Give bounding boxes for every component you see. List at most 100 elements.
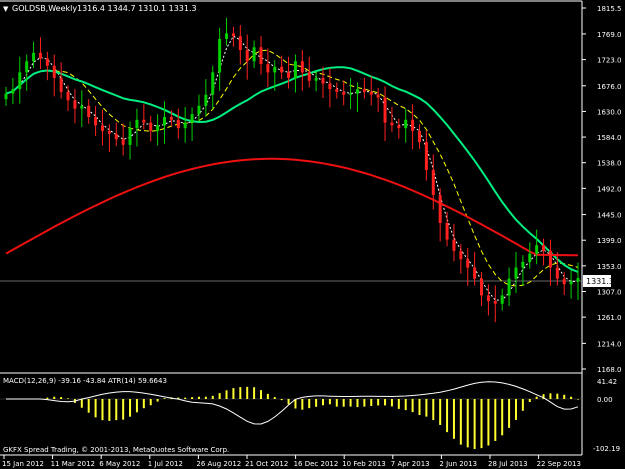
candle-body[interactable] xyxy=(100,125,104,131)
candle-body[interactable] xyxy=(293,61,297,78)
candle-body[interactable] xyxy=(404,119,408,129)
candle-body[interactable] xyxy=(176,119,180,129)
candle-body[interactable] xyxy=(80,105,84,109)
candle-body[interactable] xyxy=(431,169,435,196)
candle-body[interactable] xyxy=(369,91,373,95)
candle-body[interactable] xyxy=(4,93,8,100)
candle-body[interactable] xyxy=(300,61,304,73)
candle-body[interactable] xyxy=(514,267,518,279)
ma-green-line xyxy=(5,66,579,273)
candle-body[interactable] xyxy=(548,250,552,268)
candle-body[interactable] xyxy=(259,47,263,65)
price-tick-label: 1492.0 xyxy=(597,185,622,193)
candle-body[interactable] xyxy=(87,105,91,117)
candle-body[interactable] xyxy=(52,65,56,78)
candle-body[interactable] xyxy=(335,89,339,92)
candle-body[interactable] xyxy=(11,89,15,94)
candle-body[interactable] xyxy=(528,253,532,262)
candle-body[interactable] xyxy=(121,139,125,145)
candle-body[interactable] xyxy=(576,278,580,282)
candle-body[interactable] xyxy=(424,142,428,170)
candle-body[interactable] xyxy=(107,130,111,134)
candle-body[interactable] xyxy=(321,77,325,84)
candle-body[interactable] xyxy=(18,72,22,90)
price-tick-label: 1261.0 xyxy=(597,314,622,322)
candle-body[interactable] xyxy=(569,281,573,285)
candle-body[interactable] xyxy=(252,47,256,62)
candle-body[interactable] xyxy=(218,38,222,73)
candle-body[interactable] xyxy=(459,250,463,260)
candle-body[interactable] xyxy=(225,33,229,39)
macd-panel[interactable]: MACD(12,26,9) -39.16 -43.84 ATR(14) 59.6… xyxy=(0,377,620,454)
candle-body[interactable] xyxy=(66,91,70,101)
candle-body[interactable] xyxy=(355,89,359,94)
candle-body[interactable] xyxy=(466,259,470,268)
candle-body[interactable] xyxy=(163,116,167,126)
candle-body[interactable] xyxy=(197,105,201,115)
candle-body[interactable] xyxy=(211,72,215,95)
candle-body[interactable] xyxy=(25,61,29,73)
candle-body[interactable] xyxy=(362,89,366,92)
candle-body[interactable] xyxy=(411,119,415,131)
ohlc-label: 1316.4 1344.7 1310.1 1331.3 xyxy=(77,4,197,13)
candle-body[interactable] xyxy=(417,130,421,143)
price-tick-label: 1676.0 xyxy=(597,83,622,91)
candle-body[interactable] xyxy=(204,94,208,106)
price-tick-label: 1214.0 xyxy=(597,340,622,348)
candle-body[interactable] xyxy=(493,300,497,304)
candle-body[interactable] xyxy=(149,122,153,131)
time-tick-label: 21 Oct 2012 xyxy=(245,460,288,468)
candle-body[interactable] xyxy=(128,128,132,145)
candle-body[interactable] xyxy=(273,66,277,73)
price-tick-label: 1769.0 xyxy=(597,31,622,39)
chart-window[interactable]: ▼ GOLDSB,Weekly 1316.4 1344.7 1310.1 133… xyxy=(0,0,625,469)
candle-body[interactable] xyxy=(114,133,118,140)
candle-body[interactable] xyxy=(562,278,566,285)
candle-body[interactable] xyxy=(73,100,77,109)
candle-body[interactable] xyxy=(397,125,401,129)
candle-body[interactable] xyxy=(38,52,42,59)
candle-body[interactable] xyxy=(376,94,380,98)
candle-body[interactable] xyxy=(438,195,442,223)
price-panel[interactable]: ▼ GOLDSB,Weekly 1316.4 1344.7 1310.1 133… xyxy=(0,1,622,456)
candle-body[interactable] xyxy=(280,66,284,73)
candle-body[interactable] xyxy=(480,278,484,296)
candle-body[interactable] xyxy=(94,116,98,126)
candle-body[interactable] xyxy=(135,119,139,129)
candle-body[interactable] xyxy=(507,278,511,296)
candle-body[interactable] xyxy=(390,122,394,126)
candle-body[interactable] xyxy=(245,50,249,62)
candle-body[interactable] xyxy=(238,36,242,51)
candle-body[interactable] xyxy=(183,122,187,129)
candle-body[interactable] xyxy=(142,119,146,123)
candle-body[interactable] xyxy=(555,267,559,279)
price-tick-label: 1538.0 xyxy=(597,160,622,168)
candle-body[interactable] xyxy=(266,64,270,73)
candle-body[interactable] xyxy=(59,77,63,92)
candle-body[interactable] xyxy=(231,33,235,37)
candle-body[interactable] xyxy=(521,261,525,268)
candle-body[interactable] xyxy=(314,77,318,81)
candle-body[interactable] xyxy=(287,72,291,78)
candle-body[interactable] xyxy=(349,93,353,95)
candle-body[interactable] xyxy=(169,116,173,120)
candle-body[interactable] xyxy=(307,72,311,81)
candle-body[interactable] xyxy=(542,245,546,251)
candle-body[interactable] xyxy=(32,52,36,62)
macd-header: MACD(12,26,9) -39.16 -43.84 ATR(14) 59.6… xyxy=(3,377,167,385)
candle-body[interactable] xyxy=(383,97,387,123)
candle-body[interactable] xyxy=(486,295,490,301)
candle-body[interactable] xyxy=(342,91,346,95)
candles[interactable] xyxy=(4,17,580,323)
candle-body[interactable] xyxy=(473,267,477,279)
time-tick-label: 1 Jul 2012 xyxy=(148,460,183,468)
candle-body[interactable] xyxy=(156,125,160,131)
candle-body[interactable] xyxy=(535,245,539,254)
candle-body[interactable] xyxy=(452,239,456,251)
price-tick-label: 1630.0 xyxy=(597,108,622,116)
candle-body[interactable] xyxy=(328,83,332,90)
candle-body[interactable] xyxy=(500,295,504,304)
candle-body[interactable] xyxy=(190,114,194,123)
candle-body[interactable] xyxy=(45,58,49,66)
candle-body[interactable] xyxy=(445,222,449,240)
